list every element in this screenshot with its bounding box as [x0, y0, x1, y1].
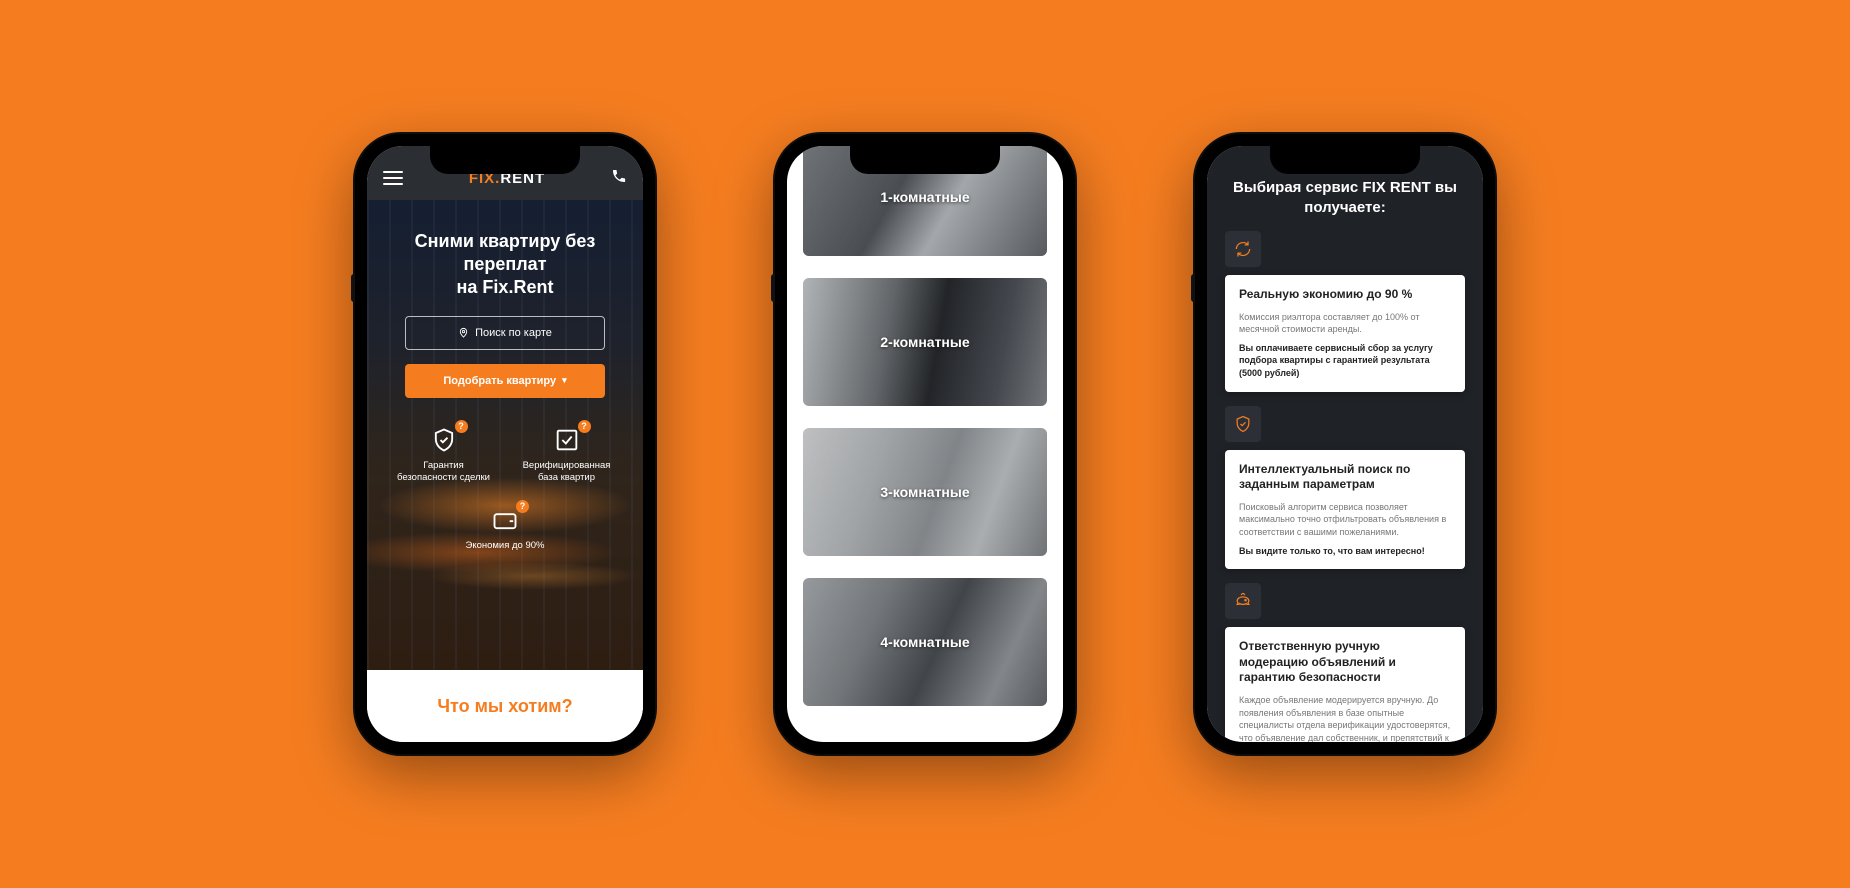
piggy-icon [1225, 583, 1261, 619]
notch [850, 146, 1000, 174]
room-card-4[interactable]: 4-комнатные [803, 578, 1047, 706]
benefit-title: Интеллектуальный поиск по заданным парам… [1239, 462, 1451, 493]
benefit-desc: Каждое объявление модерируется вручную. … [1239, 694, 1451, 742]
room-card-label: 4-комнатные [880, 634, 969, 650]
benefit-strong: Вы оплачиваете сервисный сбор за услугу … [1239, 342, 1451, 380]
benefit-title: Ответственную ручную модерацию объявлени… [1239, 639, 1451, 686]
feature-safety: Гарантиябезопасности сделки [387, 426, 500, 484]
hero-title-line1: Сними квартиру без переплат [387, 230, 623, 277]
benefit-card-2: Интеллектуальный поиск по заданным парам… [1225, 450, 1465, 570]
benefit-desc: Комиссия риэлтора составляет до 100% от … [1239, 311, 1451, 336]
feature-verified: Верифицированнаябаза квартир [510, 426, 623, 484]
menu-button[interactable] [383, 171, 403, 185]
features-grid: Гарантиябезопасности сделки Верифицирова… [387, 426, 623, 552]
room-card-3[interactable]: 3-комнатные [803, 428, 1047, 556]
pin-icon [458, 327, 469, 338]
chevron-down-icon: ▾ [562, 375, 567, 386]
hero-section: Сними квартиру без переплат на Fix.Rent … [367, 200, 643, 670]
notch [1270, 146, 1420, 174]
benefits-section: Выбирая сервис FIX RENT вы получаете: Ре… [1207, 146, 1483, 742]
shield-check-icon [1225, 406, 1261, 442]
room-card-label: 2-комнатные [880, 334, 969, 350]
hero-title-line2: на Fix.Rent [457, 277, 554, 298]
feature-economy-label: Экономия до 90% [465, 540, 544, 552]
benefit-title: Реальную экономию до 90 % [1239, 287, 1451, 303]
section-heading: Что мы хотим? [367, 670, 643, 742]
find-apartment-button[interactable]: Подобрать квартиру ▾ [405, 364, 605, 398]
map-search-button[interactable]: Поиск по карте [405, 316, 605, 350]
phone-mockup-3: Выбирая сервис FIX RENT вы получаете: Ре… [1195, 134, 1495, 754]
room-card-label: 1-комнатные [880, 189, 969, 205]
benefit-card-3: Ответственную ручную модерацию объявлени… [1225, 627, 1465, 742]
feature-economy: Экономия до 90% [387, 506, 623, 552]
benefit-desc: Поисковый алгоритм сервиса позволяет мак… [1239, 501, 1451, 539]
wallet-icon [491, 506, 519, 534]
room-card-label: 3-комнатные [880, 484, 969, 500]
phone-mockup-1: FIX.RENT Сними квартиру без переплат на … [355, 134, 655, 754]
feature-verified-label: Верифицированнаябаза квартир [523, 460, 611, 484]
shield-icon [430, 426, 458, 454]
benefit-card-1: Реальную экономию до 90 % Комиссия риэлт… [1225, 275, 1465, 392]
map-search-label: Поиск по карте [475, 327, 552, 339]
footer-heading: Что мы хотим? [437, 696, 572, 717]
refresh-icon [1225, 231, 1261, 267]
feature-safety-label: Гарантиябезопасности сделки [397, 460, 490, 484]
rooms-list: 1-комнатные 2-комнатные 3-комнатные 4-ко… [787, 146, 1063, 742]
phone-mockup-2: 1-комнатные 2-комнатные 3-комнатные 4-ко… [775, 134, 1075, 754]
benefit-strong: Вы видите только то, что вам интересно! [1239, 545, 1451, 558]
find-apartment-label: Подобрать квартиру [443, 375, 556, 387]
verified-icon [553, 426, 581, 454]
call-button[interactable] [611, 168, 627, 189]
room-card-2[interactable]: 2-комнатные [803, 278, 1047, 406]
notch [430, 146, 580, 174]
